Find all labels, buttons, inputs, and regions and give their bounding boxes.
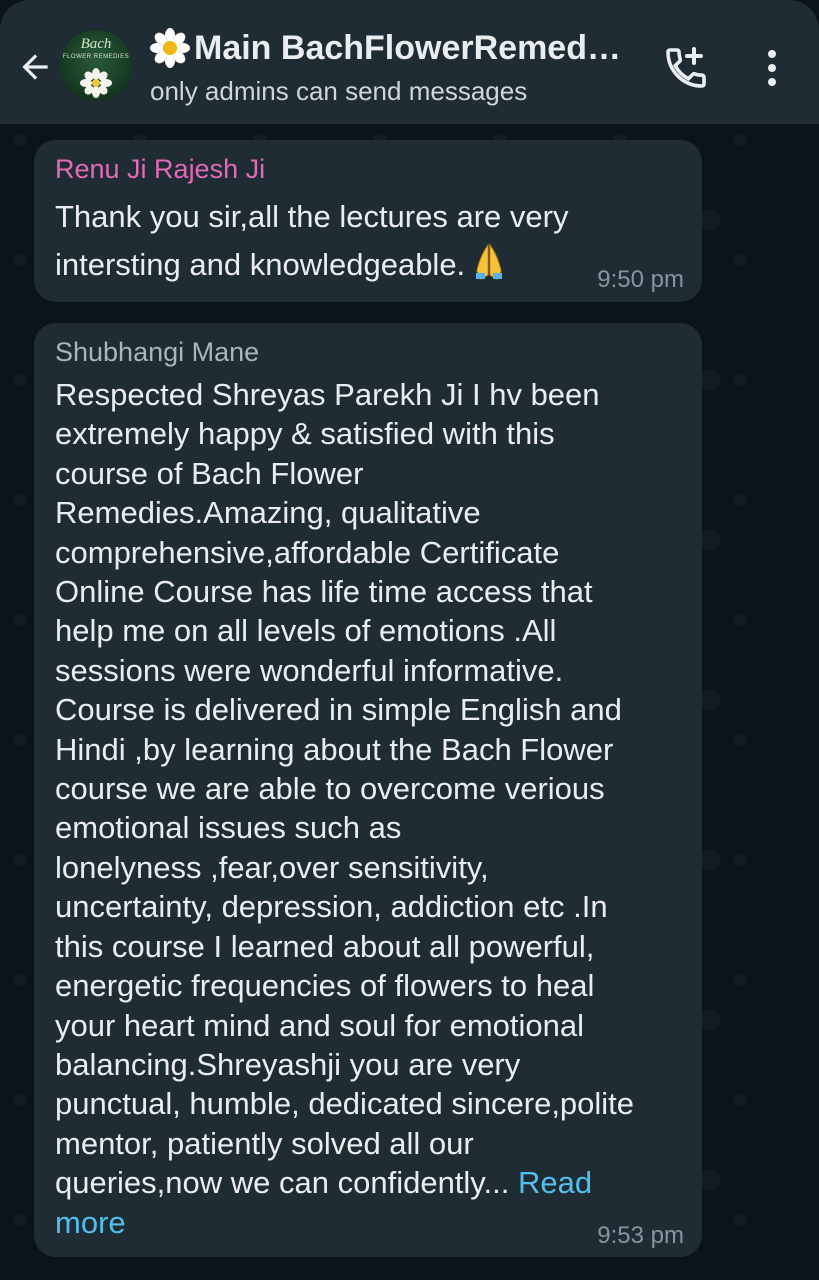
message-text-container: Thank you sir,all the lectures are very … <box>55 193 675 289</box>
folded-hands-emoji <box>476 243 503 280</box>
message-sender[interactable]: Renu Ji Rajesh Ji <box>55 154 265 185</box>
message-text-container: Respected Shreyas Parekh Ji I hv been ex… <box>55 375 695 1242</box>
arrow-back-icon <box>22 54 48 80</box>
daisy-flower-emoji <box>150 28 190 68</box>
chat-title-area[interactable]: Main BachFlowerRemed… <box>150 28 640 68</box>
message-text: Respected Shreyas Parekh Ji I hv been ex… <box>55 377 635 1201</box>
back-button[interactable] <box>14 46 56 88</box>
avatar-brand-subtitle: FLOWER REMEDIES <box>62 54 130 60</box>
more-options-button[interactable] <box>756 44 788 92</box>
message-sender[interactable]: Shubhangi Mane <box>55 337 259 368</box>
avatar-brand-name: Bach <box>80 36 112 52</box>
message-bubble[interactable]: Shubhangi Mane Respected Shreyas Parekh … <box>34 323 702 1257</box>
flower-logo-icon <box>80 68 112 98</box>
chat-header: Bach FLOWER REMEDIES Main BachFlowerReme… <box>0 0 819 124</box>
message-timestamp: 9:50 pm <box>597 266 684 293</box>
group-subtitle: only admins can send messages <box>150 76 528 106</box>
group-avatar[interactable]: Bach FLOWER REMEDIES <box>60 30 132 102</box>
add-call-button[interactable] <box>662 44 710 92</box>
more-vert-icon <box>768 50 776 86</box>
message-bubble[interactable]: Renu Ji Rajesh Ji Thank you sir,all the … <box>34 140 702 302</box>
group-title: Main BachFlowerRemed… <box>194 28 621 67</box>
message-timestamp: 9:53 pm <box>597 1222 684 1249</box>
add-call-icon <box>666 47 706 88</box>
